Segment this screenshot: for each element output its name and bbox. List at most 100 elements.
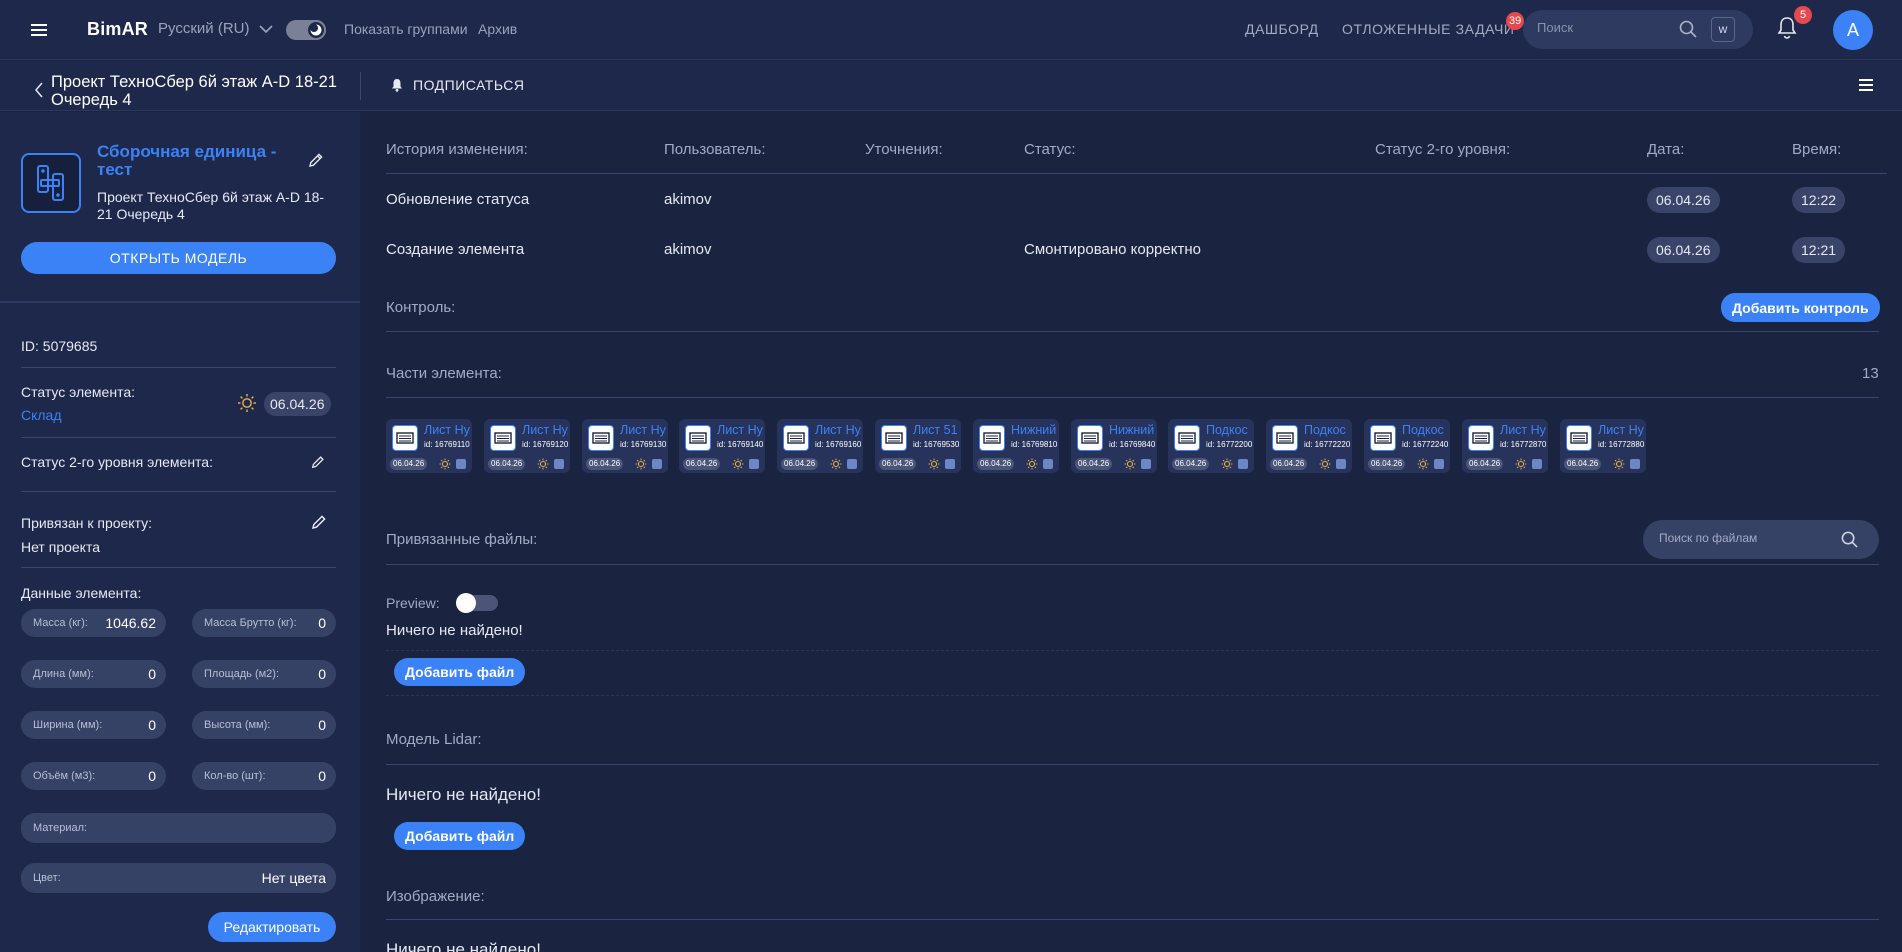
history-header-status2: Статус 2-го уровня: xyxy=(1375,141,1511,158)
mass-gross-field[interactable]: Масса Брутто (кг): 0 xyxy=(192,609,336,637)
element-title: Сборочная единица - тест xyxy=(97,142,277,179)
part-name: Лист Нуль xyxy=(522,423,568,437)
subscribe-label: ПОДПИСАТЬСЯ xyxy=(413,77,525,93)
divider xyxy=(21,567,336,568)
plate-icon xyxy=(1174,425,1200,451)
part-name: Лист Нуль xyxy=(424,423,470,437)
edit-pencil-icon[interactable] xyxy=(311,455,325,469)
part-card[interactable]: Лист Нуль id: 16769140 06.04.26 xyxy=(679,419,765,473)
field-label: Масса (кг): xyxy=(33,617,88,629)
search-input[interactable] xyxy=(1537,20,1677,35)
part-date: 06.04.26 xyxy=(879,458,917,470)
history-row-change: Создание элемента xyxy=(386,241,525,258)
cube-icon xyxy=(652,459,662,469)
part-id: id: 16769110 xyxy=(424,440,470,449)
file-search-input[interactable] xyxy=(1659,531,1839,545)
field-label: Длина (мм): xyxy=(33,668,94,680)
nav-deferred-tasks[interactable]: ОТЛОЖЕННЫЕ ЗАДАЧИ xyxy=(1342,21,1515,37)
sun-icon xyxy=(928,458,940,470)
part-name: Нижний xyxy=(1011,423,1057,437)
divider xyxy=(386,331,1879,332)
images-empty-text: Ничего не найдено! xyxy=(386,940,541,952)
edit-button[interactable]: Редактировать xyxy=(208,912,336,942)
plate-icon xyxy=(685,425,711,451)
part-card[interactable]: Лист Нуль id: 16769120 06.04.26 xyxy=(484,419,570,473)
part-card[interactable]: Лист Нуль id: 16769110 06.04.26 xyxy=(386,419,472,473)
element-status-value[interactable]: Склад xyxy=(21,407,62,423)
history-header-user: Пользователь: xyxy=(664,141,766,158)
search-icon[interactable] xyxy=(1841,531,1858,548)
archive-link[interactable]: Архив xyxy=(478,21,517,37)
part-card[interactable]: Лист Нуль id: 16772880 06.04.26 xyxy=(1560,419,1646,473)
search-shortcut-key: w xyxy=(1711,17,1735,42)
material-field[interactable]: Материал: xyxy=(21,813,336,843)
parts-label: Части элемента: xyxy=(386,365,502,382)
mass-field[interactable]: Масса (кг): 1046.62 xyxy=(21,609,166,637)
back-chevron-icon[interactable] xyxy=(34,82,44,98)
history-row-time: 12:22 xyxy=(1792,187,1846,213)
part-card[interactable]: Лист 51 id: 16769530 06.04.26 xyxy=(875,419,961,473)
preview-toggle[interactable] xyxy=(456,593,498,613)
assembly-unit-icon xyxy=(21,153,81,213)
search-box: w xyxy=(1523,10,1753,49)
subscribe-button[interactable]: ПОДПИСАТЬСЯ xyxy=(391,77,524,93)
part-name: Лист Нуль xyxy=(815,423,861,437)
plate-icon xyxy=(1370,425,1396,451)
sun-icon xyxy=(1221,458,1233,470)
part-card[interactable]: Лист Нуль id: 16769160 06.04.26 xyxy=(777,419,863,473)
part-date: 06.04.26 xyxy=(683,458,721,470)
user-avatar[interactable]: A xyxy=(1833,10,1873,50)
length-field[interactable]: Длина (мм): 0 xyxy=(21,660,166,688)
show-groups-toggle[interactable] xyxy=(286,20,326,40)
cube-icon xyxy=(847,459,857,469)
search-icon[interactable] xyxy=(1679,20,1697,38)
plate-icon xyxy=(1272,425,1298,451)
edit-pencil-icon[interactable] xyxy=(308,152,324,168)
open-model-button[interactable]: ОТКРЫТЬ МОДЕЛЬ xyxy=(21,242,336,274)
part-card[interactable]: Лист Нуль id: 16772870 06.04.26 xyxy=(1462,419,1548,473)
cube-icon xyxy=(554,459,564,469)
part-card[interactable]: Подкос id: 16772200 06.04.26 xyxy=(1168,419,1254,473)
add-lidar-file-button[interactable]: Добавить файл xyxy=(394,822,526,850)
history-row-user: akimov xyxy=(664,191,712,208)
file-search-box xyxy=(1643,520,1879,559)
language-label: Русский (RU) xyxy=(158,20,250,37)
quantity-field[interactable]: Кол-во (шт): 0 xyxy=(192,762,336,790)
volume-field[interactable]: Объём (м3): 0 xyxy=(21,762,166,790)
field-value: 0 xyxy=(318,615,326,631)
part-card[interactable]: Нижний id: 16769840 06.04.26 xyxy=(1071,419,1157,473)
part-date: 06.04.26 xyxy=(586,458,624,470)
menu-icon[interactable] xyxy=(28,19,50,41)
width-field[interactable]: Ширина (мм): 0 xyxy=(21,711,166,739)
notifications-badge: 5 xyxy=(1794,6,1812,24)
files-empty-text: Ничего не найдено! xyxy=(386,622,523,639)
nav-dashboard[interactable]: ДАШБОРД xyxy=(1245,21,1319,37)
part-name: Лист Нуль xyxy=(620,423,666,437)
element-id: ID: 5079685 xyxy=(21,338,98,354)
project-title: Проект ТехноСбер 6й этаж A-D 18-21 Очере… xyxy=(51,73,337,109)
field-value: 0 xyxy=(148,666,156,682)
add-control-button[interactable]: Добавить контроль xyxy=(1721,293,1880,322)
part-date: 06.04.26 xyxy=(1466,458,1504,470)
part-card[interactable]: Нижний id: 16769810 06.04.26 xyxy=(973,419,1059,473)
options-menu-icon[interactable] xyxy=(1857,76,1875,94)
images-label: Изображение: xyxy=(386,888,485,905)
control-label: Контроль: xyxy=(386,299,456,316)
part-card[interactable]: Подкос id: 16772240 06.04.26 xyxy=(1364,419,1450,473)
field-value: 0 xyxy=(148,717,156,733)
part-name: Лист Нуль xyxy=(1598,423,1644,437)
color-field[interactable]: Цвет: Нет цвета xyxy=(21,863,336,893)
part-card[interactable]: Подкос id: 16772220 06.04.26 xyxy=(1266,419,1352,473)
divider xyxy=(386,564,1879,565)
history-row-status: Смонтировано корректно xyxy=(1024,241,1201,258)
height-field[interactable]: Высота (мм): 0 xyxy=(192,711,336,739)
language-select[interactable]: Русский (RU) xyxy=(158,20,274,37)
cube-icon xyxy=(456,459,466,469)
area-field[interactable]: Площадь (м2): 0 xyxy=(192,660,336,688)
show-groups-label[interactable]: Показать группами xyxy=(344,21,468,37)
cube-icon xyxy=(1434,459,1444,469)
part-card[interactable]: Лист Нуль id: 16769130 06.04.26 xyxy=(582,419,668,473)
edit-pencil-icon[interactable] xyxy=(311,514,327,530)
add-file-button[interactable]: Добавить файл xyxy=(394,658,526,686)
moon-icon xyxy=(309,23,323,37)
